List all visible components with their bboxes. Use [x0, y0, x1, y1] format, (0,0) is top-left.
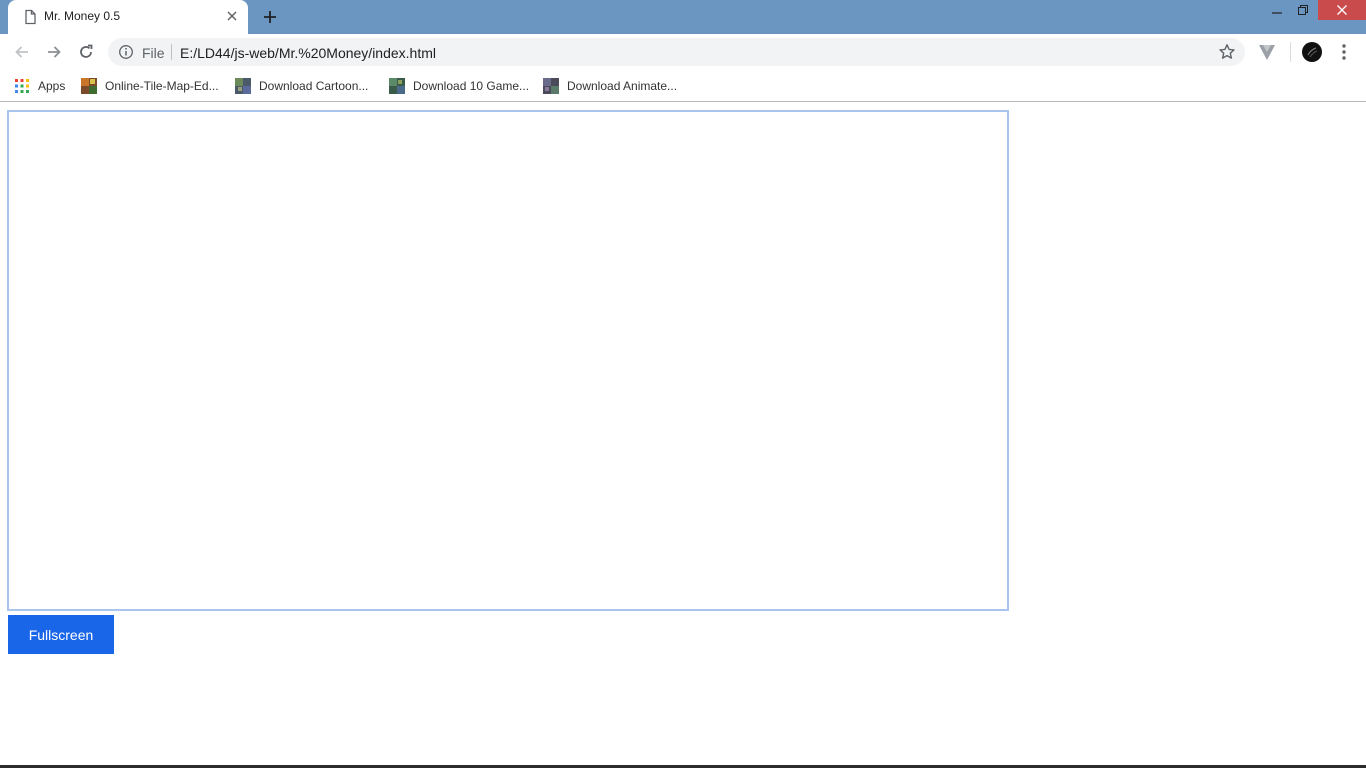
reload-button[interactable] — [74, 40, 98, 64]
arrow-left-icon — [15, 46, 28, 58]
bookmark-label: Apps — [38, 79, 66, 93]
url-text[interactable]: E:/LD44/js-web/Mr.%20Money/index.html — [180, 45, 436, 61]
bookmarks-bar: Apps Online-Tile-Map-Ed... Download Cart… — [0, 70, 1366, 102]
bookmark-label: Download 10 Game... — [413, 79, 530, 93]
forward-button[interactable] — [42, 40, 66, 64]
star-icon[interactable] — [1218, 43, 1236, 61]
address-bar[interactable]: File E:/LD44/js-web/Mr.%20Money/index.ht… — [108, 38, 1245, 66]
scheme-label: File — [142, 45, 165, 61]
new-tab-button[interactable] — [258, 5, 282, 29]
back-button[interactable] — [10, 40, 34, 64]
minimize-button[interactable] — [1264, 0, 1290, 20]
address-divider — [171, 44, 172, 60]
bookmark-download-cartoon[interactable]: Download Cartoon... — [235, 76, 368, 96]
plus-icon — [264, 11, 276, 23]
page-icon — [22, 9, 38, 25]
extension-icon[interactable] — [1256, 41, 1278, 63]
close-tab-icon[interactable] — [224, 8, 240, 24]
bookmark-label: Download Cartoon... — [259, 79, 369, 93]
site-thumbnail-icon — [389, 78, 405, 94]
active-tab[interactable]: Mr. Money 0.5 — [8, 0, 248, 34]
menu-button[interactable] — [1334, 41, 1354, 63]
site-thumbnail-icon — [235, 78, 251, 94]
restore-button[interactable] — [1290, 0, 1316, 20]
site-thumbnail-icon — [543, 78, 559, 94]
fullscreen-button[interactable]: Fullscreen — [8, 615, 114, 654]
browser-toolbar: File E:/LD44/js-web/Mr.%20Money/index.ht… — [0, 34, 1366, 70]
bookmark-label: Download Animate... — [567, 79, 678, 93]
tab-title: Mr. Money 0.5 — [44, 9, 121, 23]
avatar[interactable] — [1302, 42, 1322, 62]
close-window-button[interactable] — [1318, 0, 1366, 20]
arrow-right-icon — [48, 46, 61, 58]
reload-icon — [80, 44, 93, 58]
bookmark-apps[interactable]: Apps — [14, 76, 65, 96]
bookmark-label: Online-Tile-Map-Ed... — [105, 79, 219, 93]
close-icon — [1337, 5, 1347, 15]
restore-icon — [1298, 5, 1308, 15]
apps-grid-icon — [14, 78, 30, 94]
info-icon[interactable] — [118, 44, 134, 60]
toolbar-divider — [1290, 42, 1291, 62]
bookmark-download-animate[interactable]: Download Animate... — [543, 76, 677, 96]
more-vert-icon — [1342, 44, 1346, 60]
minimize-icon — [1272, 12, 1282, 14]
browser-titlebar: Mr. Money 0.5 — [0, 0, 1366, 34]
game-canvas[interactable] — [7, 110, 1009, 611]
bookmark-download-10-game[interactable]: Download 10 Game... — [389, 76, 529, 96]
bookmark-tile-map-editor[interactable]: Online-Tile-Map-Ed... — [81, 76, 219, 96]
site-thumbnail-icon — [81, 78, 97, 94]
